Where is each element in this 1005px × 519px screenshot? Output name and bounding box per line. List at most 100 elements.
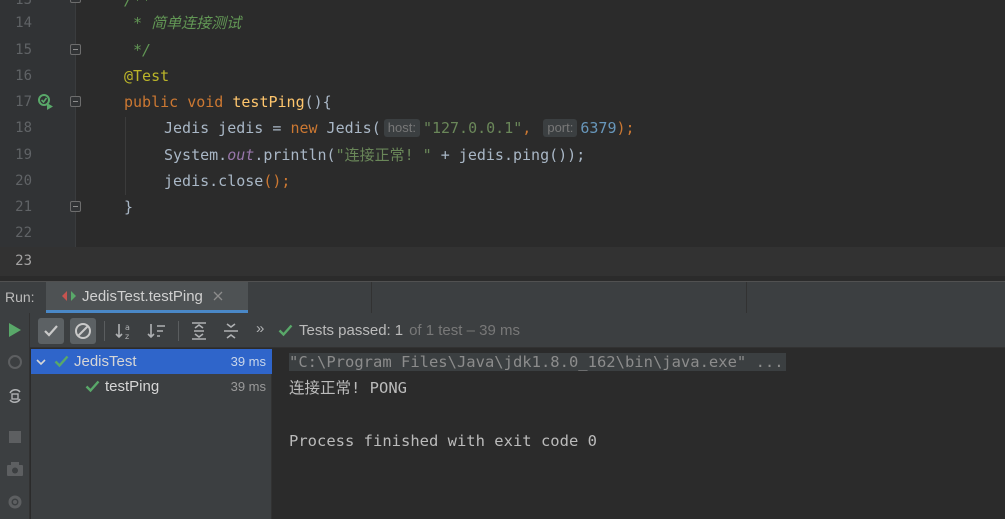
gear-icon bbox=[8, 495, 22, 509]
show-passed-toggle[interactable] bbox=[38, 318, 64, 344]
code-text-rest: + jedis.ping()); bbox=[431, 146, 586, 164]
code-editor[interactable]: 13 /** 14 * 简单连接测试 15 */ 16 @Test 17 pub… bbox=[0, 0, 1005, 276]
rerun-failed-button[interactable] bbox=[4, 351, 26, 373]
console-line-output: 连接正常! PONG bbox=[289, 379, 407, 397]
run-side-toolbar bbox=[0, 313, 30, 519]
code-line-19: 19 System.out.println("连接正常! " + jedis.p… bbox=[0, 142, 1005, 168]
console-line-finished: Process finished with exit code 0 bbox=[289, 432, 597, 450]
test-results-tree: JedisTest 39 ms testPing 39 ms bbox=[31, 349, 272, 519]
field-name: out bbox=[227, 146, 255, 164]
string-literal: "连接正常! " bbox=[335, 146, 432, 164]
sort-alphabetically-button[interactable]: a z bbox=[112, 318, 138, 344]
line-number: 17 bbox=[15, 94, 32, 110]
number-literal: 6379 bbox=[580, 119, 617, 137]
test-status: Tests passed: 1 of 1 test – 39 ms bbox=[278, 322, 520, 339]
camera-icon bbox=[7, 462, 23, 476]
tab-divider bbox=[371, 282, 372, 313]
more-actions-button[interactable] bbox=[4, 491, 26, 513]
sort-by-duration-button[interactable] bbox=[144, 318, 170, 344]
param-hint-host: host: bbox=[383, 119, 420, 137]
toolbar-divider bbox=[178, 321, 179, 341]
param-hint-port: port: bbox=[543, 119, 578, 137]
stop-icon bbox=[9, 431, 21, 443]
dump-threads-button[interactable] bbox=[4, 458, 26, 480]
comment-text: */ bbox=[124, 41, 152, 59]
sort-duration-icon bbox=[147, 324, 165, 339]
stop-button[interactable] bbox=[4, 426, 26, 448]
console-line-command: "C:\Program Files\Java\jdk1.8.0_162\bin\… bbox=[289, 349, 786, 375]
code-line-14: 14 * 简单连接测试 bbox=[0, 10, 1005, 36]
fold-marker[interactable] bbox=[70, 0, 81, 3]
console-command[interactable]: "C:\Program Files\Java\jdk1.8.0_162\bin\… bbox=[289, 353, 786, 371]
expand-all-icon bbox=[192, 322, 206, 340]
code-text: Jedis jedis = new Jedis(host: "127.0.0.1"… bbox=[164, 115, 635, 141]
annotation-text: @Test bbox=[124, 67, 170, 85]
ignored-icon bbox=[75, 323, 91, 339]
code-punct: ); bbox=[616, 119, 635, 137]
checkmark-icon bbox=[44, 325, 58, 337]
tree-item-jedistest[interactable]: JedisTest 39 ms bbox=[31, 349, 272, 374]
line-number: 14 bbox=[15, 15, 32, 31]
sort-alpha-icon: a z bbox=[115, 323, 130, 340]
tab-divider bbox=[746, 282, 747, 313]
line-number: 20 bbox=[15, 173, 32, 189]
line-number: 19 bbox=[15, 147, 32, 163]
code-punct: (){ bbox=[304, 93, 332, 111]
rerun-failed-icon bbox=[8, 355, 22, 369]
keyword: new bbox=[290, 119, 318, 137]
keyword: void bbox=[187, 93, 224, 111]
fold-marker[interactable] bbox=[70, 96, 81, 107]
svg-text:z: z bbox=[125, 332, 129, 340]
fold-marker[interactable] bbox=[70, 44, 81, 55]
auto-rerun-icon bbox=[9, 388, 21, 404]
tree-item-time: 39 ms bbox=[230, 379, 266, 394]
passed-check-icon bbox=[54, 355, 69, 368]
toolbar-overflow-button[interactable]: » bbox=[256, 320, 264, 337]
code-class: System. bbox=[164, 146, 228, 164]
status-total: of 1 test – 39 ms bbox=[409, 322, 520, 339]
close-icon[interactable] bbox=[213, 291, 223, 301]
fold-marker[interactable] bbox=[70, 201, 81, 212]
code-type: Jedis jedis = bbox=[164, 119, 291, 137]
console-output[interactable]: "C:\Program Files\Java\jdk1.8.0_162\bin\… bbox=[272, 349, 1005, 519]
tree-item-time: 39 ms bbox=[230, 354, 266, 369]
tree-item-testping[interactable]: testPing 39 ms bbox=[31, 374, 272, 399]
play-icon bbox=[9, 323, 21, 337]
tree-item-label: JedisTest bbox=[74, 353, 137, 370]
code-ctor: Jedis( bbox=[317, 119, 381, 137]
code-punct: (); bbox=[263, 172, 291, 190]
code-line-20: 20 jedis.close(); bbox=[0, 168, 1005, 194]
code-text: } bbox=[124, 198, 134, 216]
rerun-button[interactable] bbox=[4, 319, 26, 341]
passed-check-icon bbox=[85, 380, 100, 393]
tree-item-label: testPing bbox=[105, 378, 160, 395]
code-punct: , bbox=[522, 119, 532, 137]
test-toolbar: a z » Tests passed: 1 of 1 test – 39 ms bbox=[30, 313, 1005, 348]
toolbar-divider bbox=[104, 321, 105, 341]
run-tab-title: JedisTest.testPing bbox=[82, 287, 203, 305]
chevron-down-icon[interactable] bbox=[36, 357, 46, 367]
code-line-16: 16 @Test bbox=[0, 63, 1005, 89]
line-number: 21 bbox=[15, 199, 32, 215]
expand-all-button[interactable] bbox=[186, 318, 212, 344]
run-test-gutter-icon[interactable] bbox=[38, 94, 54, 110]
code-method: .println( bbox=[254, 146, 336, 164]
code-text: public void testPing(){ bbox=[124, 89, 332, 115]
run-tool-window-header: Run: JedisTest.testPing bbox=[0, 281, 1005, 313]
method-name: testPing bbox=[232, 93, 305, 111]
collapse-all-button[interactable] bbox=[218, 318, 244, 344]
run-tab[interactable]: JedisTest.testPing bbox=[46, 282, 248, 313]
svg-text:a: a bbox=[125, 323, 130, 332]
status-passed-label: Tests passed: bbox=[299, 322, 391, 339]
status-passed-count: 1 bbox=[394, 322, 404, 339]
code-line-15: 15 */ bbox=[0, 37, 1005, 63]
toggle-auto-test-button[interactable] bbox=[4, 385, 26, 407]
show-ignored-toggle[interactable] bbox=[70, 318, 96, 344]
code-line-17: 17 public void testPing(){ bbox=[0, 89, 1005, 115]
collapse-all-icon bbox=[224, 323, 238, 339]
code-line-22: 22 bbox=[0, 220, 1005, 246]
comment-text: * 简单连接测试 bbox=[124, 14, 242, 32]
code-line-21: 21 } bbox=[0, 194, 1005, 220]
line-number: 22 bbox=[15, 225, 32, 241]
string-literal: "127.0.0.1" bbox=[422, 119, 523, 137]
